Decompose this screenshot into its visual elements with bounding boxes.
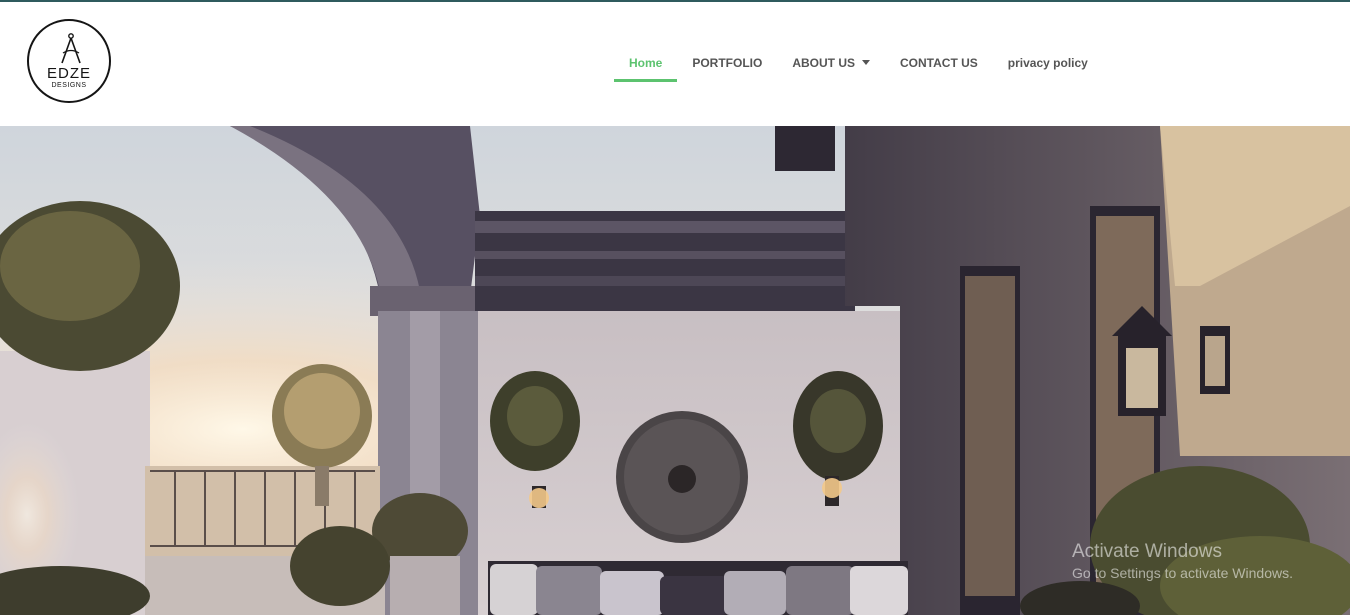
site-logo[interactable]: EDZE DESIGNS (27, 19, 111, 103)
site-header: EDZE DESIGNS Home PORTFOLIO ABOUT US CON… (0, 2, 1350, 126)
watermark-title: Activate Windows (1072, 541, 1222, 562)
nav-home[interactable]: Home (614, 42, 678, 82)
nav-portfolio-label: PORTFOLIO (692, 56, 763, 70)
logo-tagline: DESIGNS (51, 82, 87, 89)
nav-about-us-label: ABOUT US (792, 56, 856, 70)
nav-privacy-policy[interactable]: privacy policy (993, 42, 1103, 82)
nav-contact-us-label: CONTACT US (900, 56, 978, 70)
compass-icon (61, 33, 81, 64)
nav-contact-us[interactable]: CONTACT US (885, 42, 993, 82)
watermark-subtitle: Go to Settings to activate Windows. (1072, 565, 1293, 581)
chevron-down-icon[interactable] (862, 60, 871, 65)
os-activation-watermark: Activate Windows Go to Settings to activ… (1072, 541, 1293, 581)
logo-name: EDZE (46, 65, 91, 82)
nav-home-label: Home (629, 56, 663, 70)
nav-about-us[interactable]: ABOUT US (777, 42, 885, 82)
nav-portfolio[interactable]: PORTFOLIO (677, 42, 777, 82)
main-navigation: Home PORTFOLIO ABOUT US CONTACT US priva… (614, 42, 1103, 84)
nav-privacy-policy-label: privacy policy (1007, 56, 1088, 70)
